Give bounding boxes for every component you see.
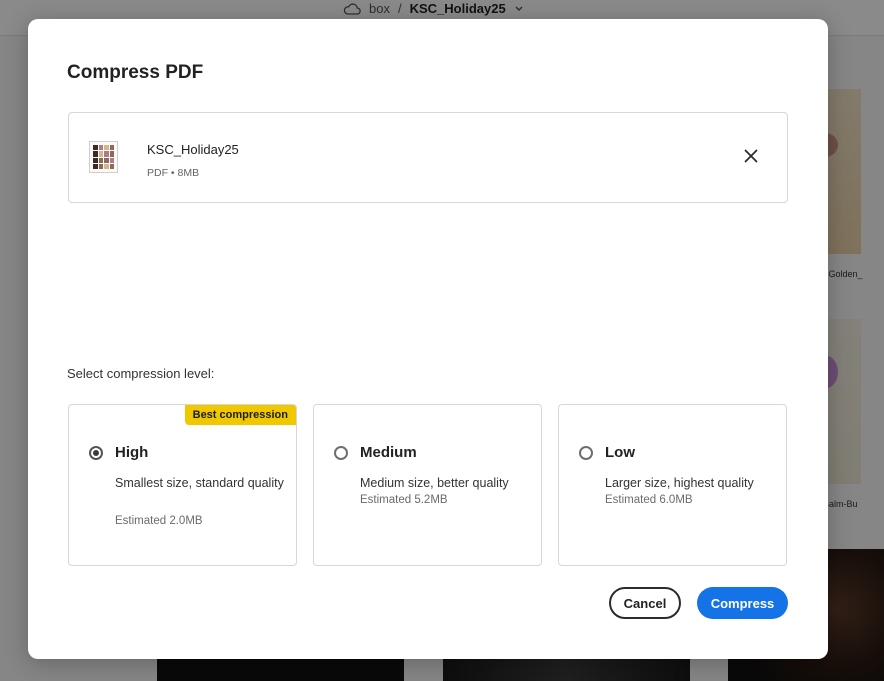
option-description: Larger size, highest quality [605,476,754,490]
dialog-title: Compress PDF [67,62,204,83]
compression-level-label: Select compression level: [67,366,215,381]
close-icon[interactable] [739,144,763,168]
option-description: Smallest size, standard quality [115,476,284,490]
option-medium[interactable]: Medium Medium size, better quality Estim… [313,404,542,566]
pdf-thumbnail [89,141,118,173]
option-estimate: Estimated 2.0MB [115,515,203,527]
option-description: Medium size, better quality [360,476,509,490]
selected-file-row: KSC_Holiday25 PDF • 8MB [68,112,788,203]
option-estimate: Estimated 5.2MB [360,494,448,506]
option-title: High [115,444,149,461]
radio-high[interactable] [89,446,103,460]
best-compression-badge: Best compression [184,405,296,425]
option-low[interactable]: Low Larger size, highest quality Estimat… [558,404,787,566]
radio-low[interactable] [579,446,593,460]
compress-pdf-dialog: Compress PDF KSC_Holiday25 PDF • 8MB Sel… [28,19,828,659]
cancel-button[interactable]: Cancel [609,587,681,619]
file-name: KSC_Holiday25 [147,142,239,157]
option-high[interactable]: Best compression High Smallest size, sta… [68,404,297,566]
option-title: Low [605,444,635,461]
file-meta: PDF • 8MB [147,167,200,179]
option-title: Medium [360,444,417,461]
compress-button[interactable]: Compress [697,587,788,619]
radio-medium[interactable] [334,446,348,460]
option-estimate: Estimated 6.0MB [605,494,693,506]
